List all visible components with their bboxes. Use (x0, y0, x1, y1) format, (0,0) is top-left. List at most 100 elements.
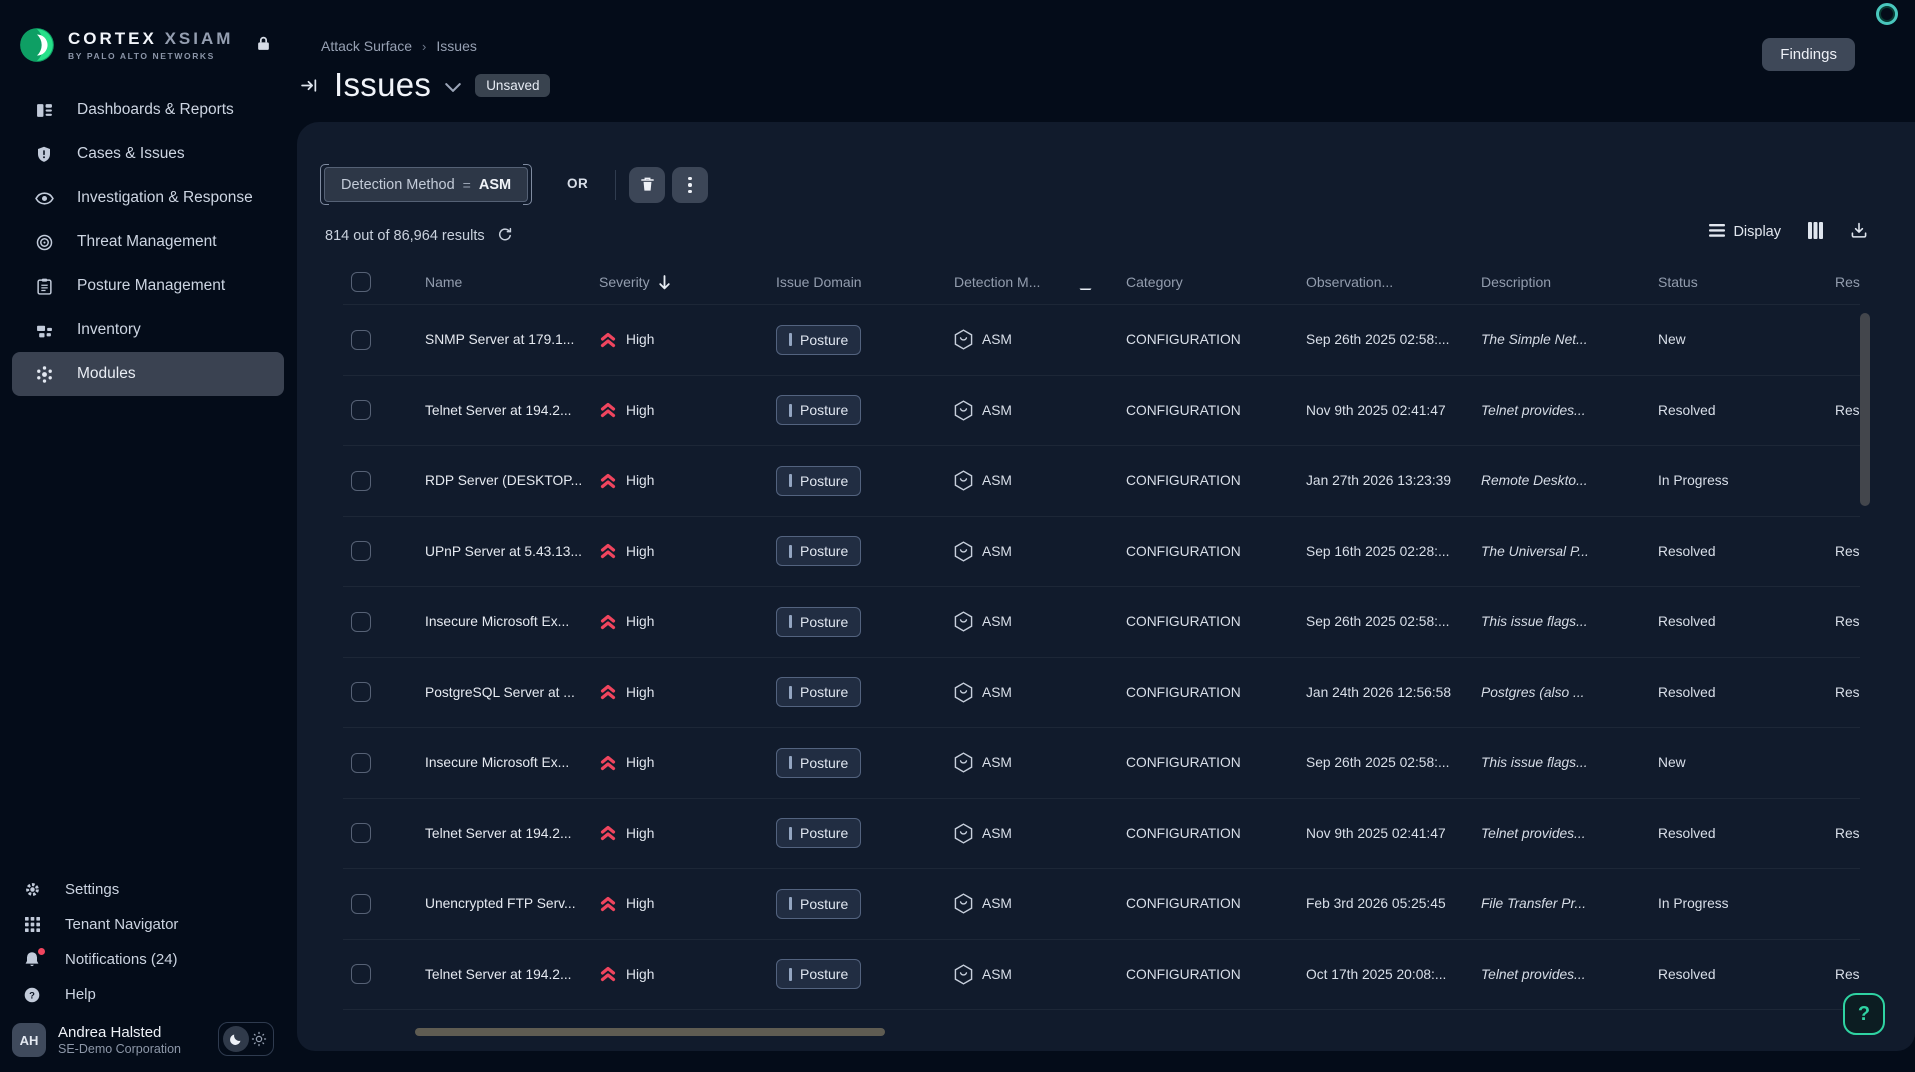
cell-resolution: Resolved... (1835, 614, 1860, 629)
cell-severity: High (599, 684, 776, 700)
help-button[interactable]: ? (1843, 993, 1885, 1035)
column-header-severity[interactable]: Severity (599, 274, 776, 290)
row-checkbox[interactable] (351, 612, 371, 632)
table-row[interactable]: Telnet Server at 194.2...HighPostureASMC… (343, 940, 1860, 1011)
cell-name[interactable]: Insecure Microsoft Ex... (425, 755, 599, 770)
column-header-detection[interactable]: Detection M... (954, 274, 1126, 290)
cell-select (343, 823, 425, 843)
cell-severity: High (599, 896, 776, 912)
moon-icon[interactable] (223, 1026, 249, 1052)
cell-name[interactable]: SNMP Server at 179.1... (425, 332, 599, 347)
avatar[interactable]: AH (12, 1023, 46, 1057)
filter-funnel-icon[interactable] (1079, 287, 1092, 290)
cell-name[interactable]: Unencrypted FTP Serv... (425, 896, 599, 911)
row-checkbox[interactable] (351, 330, 371, 350)
row-checkbox[interactable] (351, 682, 371, 702)
sidebar-item-posture-management[interactable]: Posture Management (12, 264, 284, 308)
table-row[interactable]: Telnet Server at 194.2...HighPostureASMC… (343, 376, 1860, 447)
column-header-description[interactable]: Description (1481, 274, 1658, 290)
chevron-down-icon[interactable] (445, 79, 461, 97)
or-operator-label[interactable]: OR (567, 176, 588, 191)
cell-severity: High (599, 402, 776, 418)
vertical-scrollbar[interactable] (1860, 313, 1870, 506)
row-checkbox[interactable] (351, 964, 371, 984)
severity-label: High (626, 403, 654, 418)
table-row[interactable]: Telnet Server at 194.2...HighPostureASMC… (343, 799, 1860, 870)
cell-name[interactable]: RDP Server (DESKTOP... (425, 473, 599, 488)
display-button[interactable]: Display (1709, 224, 1781, 241)
cell-category: CONFIGURATION (1126, 896, 1306, 911)
row-checkbox[interactable] (351, 894, 371, 914)
breadcrumb-attack-surface[interactable]: Attack Surface (321, 38, 412, 54)
row-checkbox[interactable] (351, 823, 371, 843)
table-row[interactable]: Insecure Microsoft Ex...HighPostureASMCO… (343, 587, 1860, 658)
cell-name[interactable]: Telnet Server at 194.2... (425, 967, 599, 982)
cell-name[interactable]: Telnet Server at 194.2... (425, 826, 599, 841)
badge-label: Posture (800, 966, 848, 982)
posture-badge: Posture (776, 466, 861, 496)
cell-name[interactable]: UPnP Server at 5.43.13... (425, 544, 599, 559)
sidebar-item-modules[interactable]: Modules (12, 352, 284, 396)
table-row[interactable]: Unencrypted FTP Serv...HighPostureASMCON… (343, 869, 1860, 940)
filter-chip-detection-method[interactable]: Detection Method = ASM (324, 167, 528, 202)
row-checkbox[interactable] (351, 400, 371, 420)
cell-severity: High (599, 966, 776, 982)
sun-icon[interactable] (251, 1031, 267, 1047)
cell-observation: Sep 26th 2025 02:58:... (1306, 755, 1481, 770)
cell-observation: Jan 24th 2026 12:56:58 (1306, 685, 1481, 700)
cell-detection-method: ASM (954, 329, 1126, 350)
columns-button[interactable] (1807, 222, 1824, 242)
filter-more-button[interactable] (672, 167, 708, 203)
refresh-button[interactable] (497, 227, 513, 246)
row-checkbox[interactable] (351, 753, 371, 773)
sidebar-collapse-icon[interactable] (298, 74, 320, 96)
table-row[interactable]: RDP Server (DESKTOP...HighPostureASMCONF… (343, 446, 1860, 517)
table-row[interactable]: UPnP Server at 5.43.13...HighPostureASMC… (343, 517, 1860, 588)
row-checkbox[interactable] (351, 471, 371, 491)
column-header-domain[interactable]: Issue Domain (776, 274, 954, 290)
row-checkbox[interactable] (351, 541, 371, 561)
cell-category: CONFIGURATION (1126, 755, 1306, 770)
delete-filter-button[interactable] (629, 167, 665, 203)
select-all-checkbox[interactable] (351, 272, 371, 292)
cell-name[interactable]: Telnet Server at 194.2... (425, 403, 599, 418)
column-header-select[interactable] (343, 272, 425, 292)
cell-name[interactable]: PostgreSQL Server at ... (425, 685, 599, 700)
column-header-status[interactable]: Status (1658, 274, 1835, 290)
column-header-category[interactable]: Category (1126, 274, 1306, 290)
cell-category: CONFIGURATION (1126, 685, 1306, 700)
sidebar-item-settings[interactable]: Settings (0, 872, 296, 907)
asm-hexagon-icon (954, 329, 973, 350)
theme-toggle[interactable] (218, 1022, 274, 1056)
column-header-resolution[interactable]: Resolution... (1835, 274, 1860, 290)
table-row[interactable]: SNMP Server at 179.1...HighPostureASMCON… (343, 305, 1860, 376)
cell-observation: Sep 16th 2025 02:28:... (1306, 544, 1481, 559)
badge-bar-icon (789, 474, 792, 487)
cell-category: CONFIGURATION (1126, 544, 1306, 559)
cell-status: Resolved (1658, 826, 1835, 841)
column-header-observed[interactable]: Observation... (1306, 274, 1481, 290)
sidebar-item-label: Settings (65, 881, 119, 898)
svg-text:?: ? (29, 990, 35, 1001)
cortex-logo-icon (18, 26, 56, 64)
breadcrumb-issues[interactable]: Issues (436, 38, 476, 54)
sidebar-item-notifications-24[interactable]: Notifications (24) (0, 942, 296, 977)
sidebar-item-cases-issues[interactable]: Cases & Issues (12, 132, 284, 176)
findings-button[interactable]: Findings (1762, 38, 1855, 71)
column-label: Issue Domain (776, 274, 862, 290)
sidebar-item-threat-management[interactable]: Threat Management (12, 220, 284, 264)
sort-desc-icon[interactable] (658, 275, 671, 290)
horizontal-scrollbar[interactable] (415, 1028, 885, 1036)
sidebar-item-investigation-response[interactable]: Investigation & Response (12, 176, 284, 220)
sidebar-item-inventory[interactable]: Inventory (12, 308, 284, 352)
user-row[interactable]: AH Andrea Halsted SE-Demo Corporation (12, 1020, 284, 1060)
export-button[interactable] (1850, 222, 1868, 242)
table-row[interactable]: PostgreSQL Server at ...HighPostureASMCO… (343, 658, 1860, 729)
cell-category: CONFIGURATION (1126, 826, 1306, 841)
cell-name[interactable]: Insecure Microsoft Ex... (425, 614, 599, 629)
sidebar-item-help[interactable]: ?Help (0, 977, 296, 1012)
table-row[interactable]: Insecure Microsoft Ex...HighPostureASMCO… (343, 728, 1860, 799)
sidebar-item-tenant-navigator[interactable]: Tenant Navigator (0, 907, 296, 942)
column-header-name[interactable]: Name (425, 274, 599, 290)
sidebar-item-dashboards-reports[interactable]: Dashboards & Reports (12, 88, 284, 132)
